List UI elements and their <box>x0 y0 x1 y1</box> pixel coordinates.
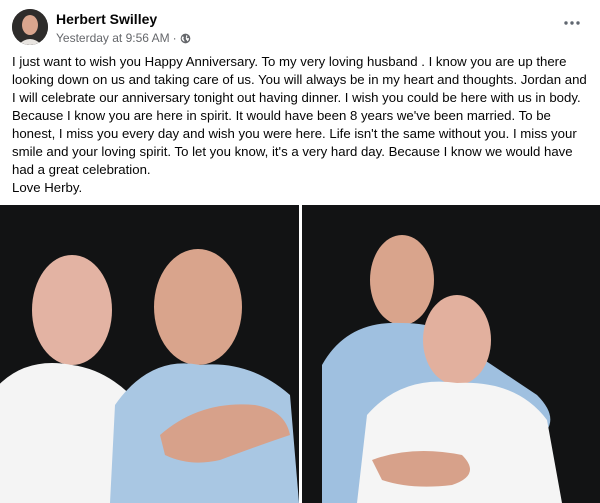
post-body: I just want to wish you Happy Anniversar… <box>12 53 588 197</box>
photo-grid <box>0 205 600 503</box>
post-signoff: Love Herby. <box>12 180 83 195</box>
globe-icon <box>180 33 191 44</box>
meta-separator: · <box>172 31 177 45</box>
photo-left[interactable] <box>0 205 299 503</box>
post-header: Herbert Swilley Yesterday at 9:56 AM · <box>12 9 588 49</box>
post-timestamp[interactable]: Yesterday at 9:56 AM <box>56 31 170 45</box>
post-paragraph: I just want to wish you Happy Anniversar… <box>12 54 587 177</box>
photo-right[interactable] <box>302 205 600 503</box>
author-avatar[interactable] <box>12 9 48 45</box>
author-name[interactable]: Herbert Swilley <box>56 11 157 27</box>
post-meta: Yesterday at 9:56 AM · <box>56 31 191 45</box>
facebook-post: Herbert Swilley Yesterday at 9:56 AM · I… <box>0 0 600 503</box>
more-options-icon[interactable] <box>562 13 582 33</box>
